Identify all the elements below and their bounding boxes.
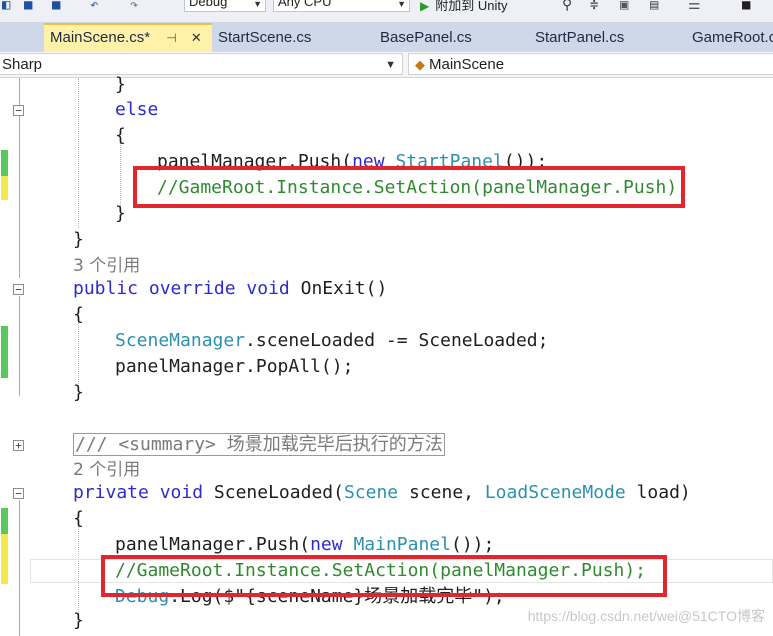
code-line: { xyxy=(73,304,84,325)
tab-gameroot[interactable]: GameRoot.c xyxy=(686,23,773,52)
indent-guide xyxy=(78,78,79,228)
code-editor[interactable]: − − + − } else { panelManager.Push(new S… xyxy=(0,74,773,636)
menu-icon[interactable]: ☰ xyxy=(688,0,701,12)
undo-icon[interactable]: ↶ xyxy=(90,0,98,12)
chevron-down-icon: ▼ xyxy=(253,0,262,9)
close-icon[interactable]: ✕ xyxy=(191,25,202,50)
change-marker-unsaved xyxy=(1,534,8,584)
redo-icon[interactable]: ↷ xyxy=(130,0,138,12)
code-line: } xyxy=(115,74,126,95)
expand-icon[interactable]: + xyxy=(13,440,24,451)
code-line: panelManager.PopAll(); xyxy=(115,356,354,377)
chevron-down-icon: ▼ xyxy=(397,0,406,9)
code-line: else xyxy=(115,99,159,120)
format-icon[interactable]: ≑ xyxy=(590,0,598,12)
pin-icon[interactable]: ⊣ xyxy=(166,26,176,51)
tab-basepanel[interactable]: BasePanel.cs xyxy=(374,23,519,52)
highlight-box xyxy=(101,555,667,597)
code-line: { xyxy=(115,125,126,146)
collapse-icon[interactable]: − xyxy=(13,488,24,499)
class-icon: ◆ xyxy=(415,57,425,72)
attach-unity-label: 附加到 Unity xyxy=(435,0,508,13)
tab-label: MainScene.cs* xyxy=(50,29,151,46)
change-marker-unsaved xyxy=(1,176,8,200)
layout-icon[interactable]: ▤ xyxy=(650,0,658,12)
tab-mainscene[interactable]: MainScene.cs* ⊣ ✕ xyxy=(44,23,212,52)
project-value: Sharp xyxy=(2,56,43,73)
watermark: https://blog.csdn.net/wei@51CTO博客 xyxy=(527,608,765,624)
toolbar: ◧ ■ ■ ↶ ↷ Debug ▼ Any CPU ▼ ▶ 附加到 Unity ⚲… xyxy=(0,0,773,23)
tab-startscene[interactable]: StartScene.cs xyxy=(212,23,362,52)
code-line: } xyxy=(73,382,84,403)
collapse-icon[interactable]: − xyxy=(13,284,24,295)
project-select[interactable]: Sharp ▼ xyxy=(0,53,403,75)
configuration-value: Debug xyxy=(189,0,228,9)
code-line: } xyxy=(73,229,84,250)
change-marker-saved xyxy=(1,150,8,176)
attach-unity-button[interactable]: ▶ 附加到 Unity xyxy=(420,0,507,14)
platform-select[interactable]: Any CPU ▼ xyxy=(273,0,410,12)
find-icon[interactable]: ⚲ xyxy=(562,0,572,12)
save-all-icon[interactable]: ■ xyxy=(52,0,60,12)
tab-label: BasePanel.cs xyxy=(380,29,472,46)
bookmark-icon[interactable]: ■ xyxy=(742,0,750,12)
code-line: } xyxy=(73,610,84,631)
tab-startpanel[interactable]: StartPanel.cs xyxy=(529,23,679,52)
tab-label: GameRoot.c xyxy=(692,29,773,46)
code-line-collapsed-summary[interactable]: /// <summary> 场景加载完毕后执行的方法 xyxy=(73,432,445,458)
change-marker-saved xyxy=(1,508,8,534)
platform-value: Any CPU xyxy=(278,0,332,9)
document-tabs: MainScene.cs* ⊣ ✕ StartScene.cs BasePane… xyxy=(0,23,773,52)
outline-line xyxy=(19,500,20,636)
class-value: MainScene xyxy=(429,56,505,73)
code-line: { xyxy=(73,508,84,529)
outline-line xyxy=(19,296,20,396)
code-line: public override void OnExit() xyxy=(73,278,388,299)
class-select[interactable]: ◆ MainScene xyxy=(408,53,773,75)
tab-label: StartScene.cs xyxy=(218,29,312,46)
highlight-box xyxy=(133,166,685,208)
code-line: } xyxy=(115,203,126,224)
play-icon: ▶ xyxy=(420,0,430,13)
back-icon[interactable]: ◧ xyxy=(2,0,10,12)
chevron-down-icon: ▼ xyxy=(385,59,396,71)
window-icon[interactable]: ▣ xyxy=(620,0,628,12)
change-marker-saved xyxy=(1,326,8,378)
code-line: private void SceneLoaded(Scene scene, Lo… xyxy=(73,482,691,503)
tab-label: StartPanel.cs xyxy=(535,29,625,46)
configuration-select[interactable]: Debug ▼ xyxy=(184,0,266,12)
code-line: SceneManager.sceneLoaded -= SceneLoaded; xyxy=(115,330,549,351)
save-icon[interactable]: ■ xyxy=(24,0,32,12)
collapse-icon[interactable]: − xyxy=(13,105,24,116)
